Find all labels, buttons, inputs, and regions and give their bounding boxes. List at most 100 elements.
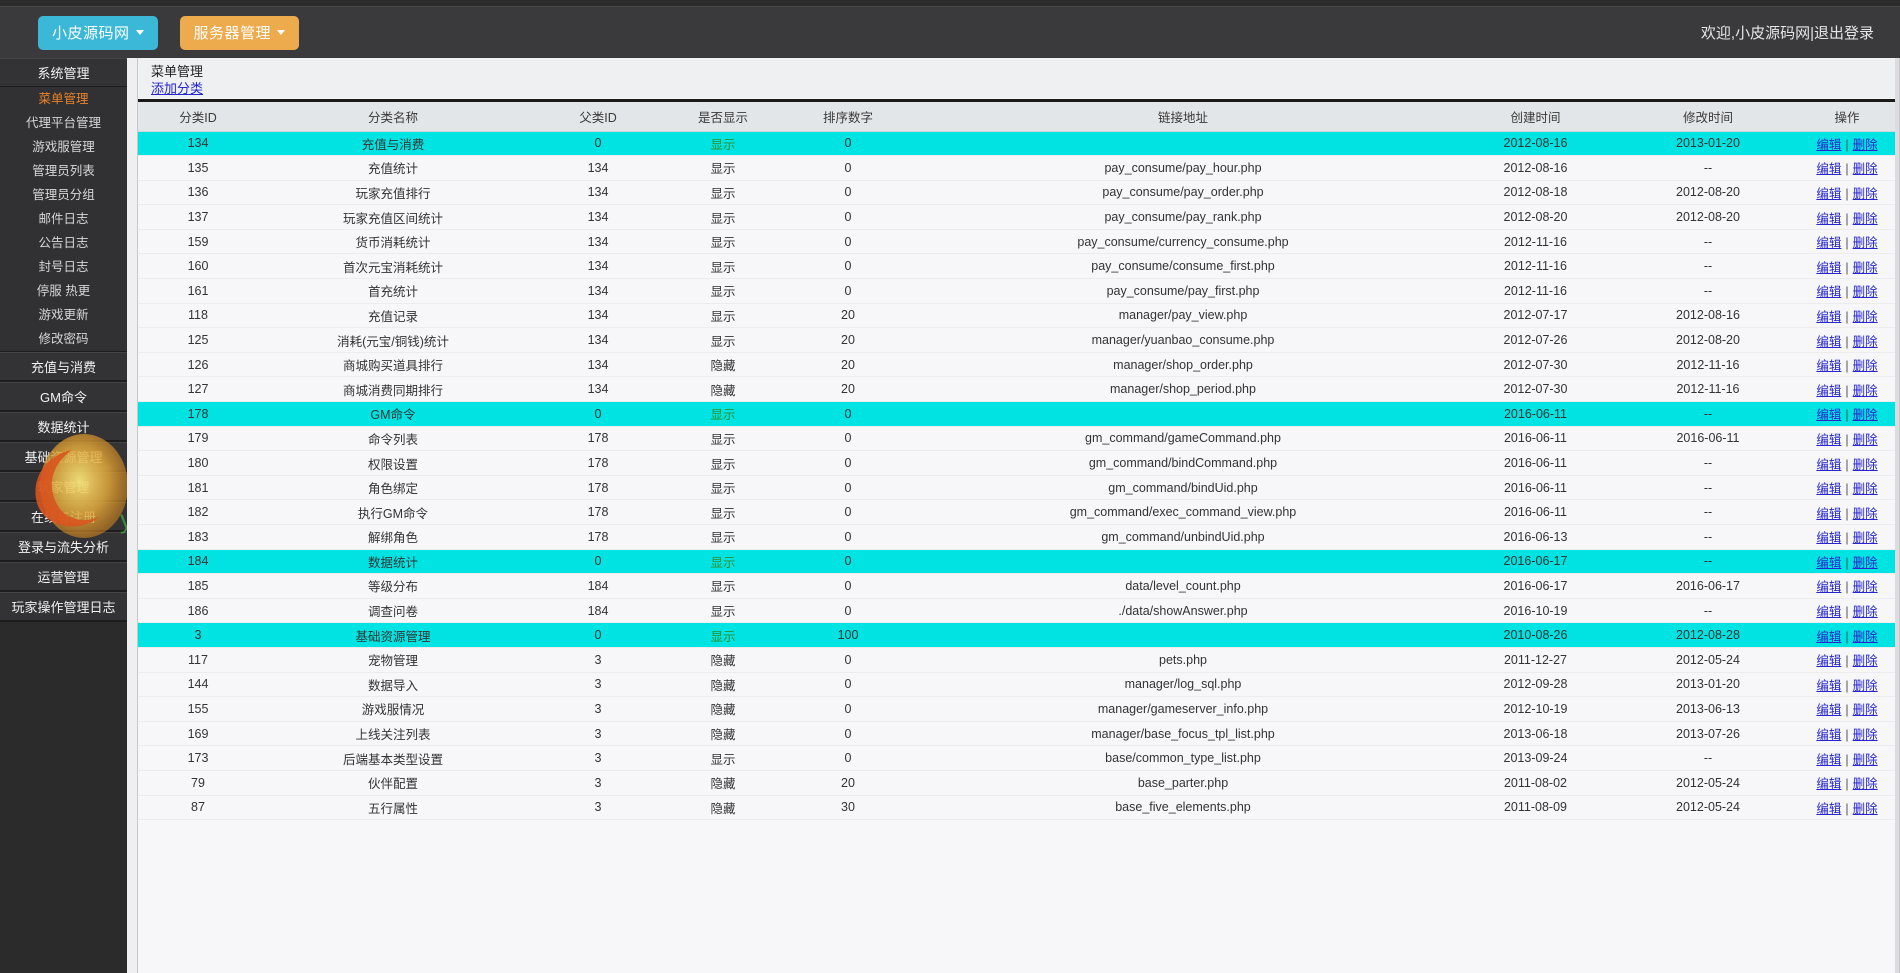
delete-link[interactable]: 删除 [1852, 162, 1879, 176]
edit-link[interactable]: 编辑 [1815, 556, 1842, 570]
edit-link[interactable]: 编辑 [1815, 630, 1842, 644]
sidebar-item[interactable]: 代理平台管理 [0, 111, 127, 135]
table-row[interactable]: 184 数据统计 0 显示 0 2016-06-17 -- 编辑 | 删除 [138, 549, 1899, 575]
server-management-dropdown-button[interactable]: 服务器管理 [179, 15, 300, 50]
delete-link[interactable]: 删除 [1852, 433, 1879, 447]
sidebar-group-header[interactable]: 登录与流失分析 [0, 532, 127, 561]
table-row[interactable]: 79 伙伴配置 3 隐藏 20 base_parter.php 2011-08-02 2012… [138, 770, 1899, 796]
table-row[interactable]: 125 消耗(元宝/铜钱)统计 134 显示 20 manager/yuanbao_con… [138, 327, 1899, 353]
table-row[interactable]: 135 充值统计 134 显示 0 pay_consume/pay_hour.php 201… [138, 155, 1899, 181]
table-row[interactable]: 155 游戏服情况 3 隐藏 0 manager/gameserver_info.php 2… [138, 696, 1899, 722]
edit-link[interactable]: 编辑 [1815, 728, 1842, 742]
edit-link[interactable]: 编辑 [1815, 310, 1842, 324]
table-row[interactable]: 181 角色绑定 178 显示 0 gm_command/bindUid.php 2016-… [138, 475, 1899, 501]
delete-link[interactable]: 删除 [1852, 507, 1879, 521]
sidebar-group-header[interactable]: 基础资源管理 [0, 442, 127, 471]
add-category-link[interactable]: 添加分类 [151, 80, 203, 97]
delete-link[interactable]: 删除 [1852, 531, 1879, 545]
table-row[interactable]: 185 等级分布 184 显示 0 data/level_count.php 2016-06… [138, 573, 1899, 599]
edit-link[interactable]: 编辑 [1815, 605, 1842, 619]
table-row[interactable]: 134 充值与消费 0 显示 0 2012-08-16 2013-01-20 编辑 | 删除 [138, 131, 1899, 157]
delete-link[interactable]: 删除 [1852, 384, 1879, 398]
table-row[interactable]: 179 命令列表 178 显示 0 gm_command/gameCommand.php 2… [138, 426, 1899, 452]
edit-link[interactable]: 编辑 [1815, 236, 1842, 250]
sidebar-item[interactable]: 封号日志 [0, 255, 127, 279]
delete-link[interactable]: 删除 [1852, 482, 1879, 496]
edit-link[interactable]: 编辑 [1815, 580, 1842, 594]
brand-dropdown-button[interactable]: 小皮源码网 [38, 15, 158, 50]
sidebar-item[interactable]: 邮件日志 [0, 207, 127, 231]
sidebar-item[interactable]: 修改密码 [0, 327, 127, 351]
table-row[interactable]: 169 上线关注列表 3 隐藏 0 manager/base_focus_tpl_list… [138, 721, 1899, 747]
edit-link[interactable]: 编辑 [1815, 285, 1842, 299]
sidebar-item[interactable]: 游戏更新 [0, 303, 127, 327]
edit-link[interactable]: 编辑 [1815, 703, 1842, 717]
edit-link[interactable]: 编辑 [1815, 679, 1842, 693]
sidebar-group-header[interactable]: 在线与注册 [0, 502, 127, 531]
delete-link[interactable]: 删除 [1852, 753, 1879, 767]
edit-link[interactable]: 编辑 [1815, 458, 1842, 472]
table-row[interactable]: 117 宠物管理 3 隐藏 0 pets.php 2011-12-27 2012-05-24 编… [138, 647, 1899, 673]
edit-link[interactable]: 编辑 [1815, 802, 1842, 816]
delete-link[interactable]: 删除 [1852, 605, 1879, 619]
table-row[interactable]: 3 基础资源管理 0 显示 100 2010-08-26 2012-08-28 编辑 | 删除 [138, 622, 1899, 648]
delete-link[interactable]: 删除 [1852, 679, 1879, 693]
sidebar-item[interactable]: 管理员分组 [0, 183, 127, 207]
sidebar-group-header[interactable]: GM命令 [0, 382, 127, 411]
table-row[interactable]: 137 玩家充值区间统计 134 显示 0 pay_consume/pay_rank.ph… [138, 204, 1899, 230]
edit-link[interactable]: 编辑 [1815, 359, 1842, 373]
edit-link[interactable]: 编辑 [1815, 531, 1842, 545]
edit-link[interactable]: 编辑 [1815, 138, 1842, 152]
delete-link[interactable]: 删除 [1852, 335, 1879, 349]
delete-link[interactable]: 删除 [1852, 556, 1879, 570]
delete-link[interactable]: 删除 [1852, 703, 1879, 717]
sidebar-item[interactable]: 管理员列表 [0, 159, 127, 183]
delete-link[interactable]: 删除 [1852, 458, 1879, 472]
delete-link[interactable]: 删除 [1852, 261, 1879, 275]
table-row[interactable]: 144 数据导入 3 隐藏 0 manager/log_sql.php 2012-09-28… [138, 672, 1899, 698]
logout-link[interactable]: 退出登录 [1814, 25, 1874, 42]
table-row[interactable]: 160 首次元宝消耗统计 134 显示 0 pay_consume/consume_fir… [138, 253, 1899, 280]
delete-link[interactable]: 删除 [1852, 285, 1879, 299]
edit-link[interactable]: 编辑 [1815, 507, 1842, 521]
delete-link[interactable]: 删除 [1852, 408, 1879, 422]
delete-link[interactable]: 删除 [1852, 187, 1879, 201]
delete-link[interactable]: 删除 [1852, 212, 1879, 226]
sidebar-item[interactable]: 菜单管理 [0, 87, 127, 111]
table-row[interactable]: 183 解绑角色 178 显示 0 gm_command/unbindUid.php 201… [138, 524, 1899, 550]
delete-link[interactable]: 删除 [1852, 728, 1879, 742]
sidebar-group-header[interactable]: 数据统计 [0, 412, 127, 441]
edit-link[interactable]: 编辑 [1815, 212, 1842, 226]
sidebar-item[interactable]: 公告日志 [0, 231, 127, 255]
table-row[interactable]: 136 玩家充值排行 134 显示 0 pay_consume/pay_order.php… [138, 180, 1899, 206]
edit-link[interactable]: 编辑 [1815, 753, 1842, 767]
edit-link[interactable]: 编辑 [1815, 162, 1842, 176]
edit-link[interactable]: 编辑 [1815, 482, 1842, 496]
table-row[interactable]: 87 五行属性 3 隐藏 30 base_five_elements.php 2011-08… [138, 795, 1899, 821]
table-row[interactable]: 126 商城购买道具排行 134 隐藏 20 manager/shop_order.php… [138, 352, 1899, 378]
edit-link[interactable]: 编辑 [1815, 408, 1842, 422]
sidebar-group-header[interactable]: 玩家操作管理日志 [0, 592, 127, 621]
edit-link[interactable]: 编辑 [1815, 384, 1842, 398]
table-row[interactable]: 127 商城消费同期排行 134 隐藏 20 manager/shop_period.ph… [138, 376, 1899, 403]
sidebar-group-header[interactable]: 系统管理 [0, 58, 127, 87]
delete-link[interactable]: 删除 [1852, 236, 1879, 250]
edit-link[interactable]: 编辑 [1815, 433, 1842, 447]
delete-link[interactable]: 删除 [1852, 802, 1879, 816]
delete-link[interactable]: 删除 [1852, 630, 1879, 644]
table-row[interactable]: 173 后端基本类型设置 3 显示 0 base/common_type_list.php… [138, 745, 1899, 771]
table-row[interactable]: 161 首充统计 134 显示 0 pay_consume/pay_first.php 20… [138, 278, 1899, 304]
edit-link[interactable]: 编辑 [1815, 654, 1842, 668]
table-row[interactable]: 180 权限设置 178 显示 0 gm_command/bindCommand.php 2… [138, 450, 1899, 476]
sidebar-group-header[interactable]: 充值与消费 [0, 352, 127, 381]
sidebar-item[interactable]: 游戏服管理 [0, 135, 127, 159]
table-row[interactable]: 182 执行GM命令 178 显示 0 gm_command/exec_command_v… [138, 499, 1899, 525]
table-row[interactable]: 159 货币消耗统计 134 显示 0 pay_consume/currency_cons… [138, 229, 1899, 255]
edit-link[interactable]: 编辑 [1815, 777, 1842, 791]
edit-link[interactable]: 编辑 [1815, 187, 1842, 201]
sidebar-group-header[interactable]: 运营管理 [0, 562, 127, 591]
table-row[interactable]: 118 充值记录 134 显示 20 manager/pay_view.php 2012-0… [138, 303, 1899, 329]
sidebar-group-header[interactable]: 玩家管理 [0, 472, 127, 501]
delete-link[interactable]: 删除 [1852, 580, 1879, 594]
edit-link[interactable]: 编辑 [1815, 335, 1842, 349]
